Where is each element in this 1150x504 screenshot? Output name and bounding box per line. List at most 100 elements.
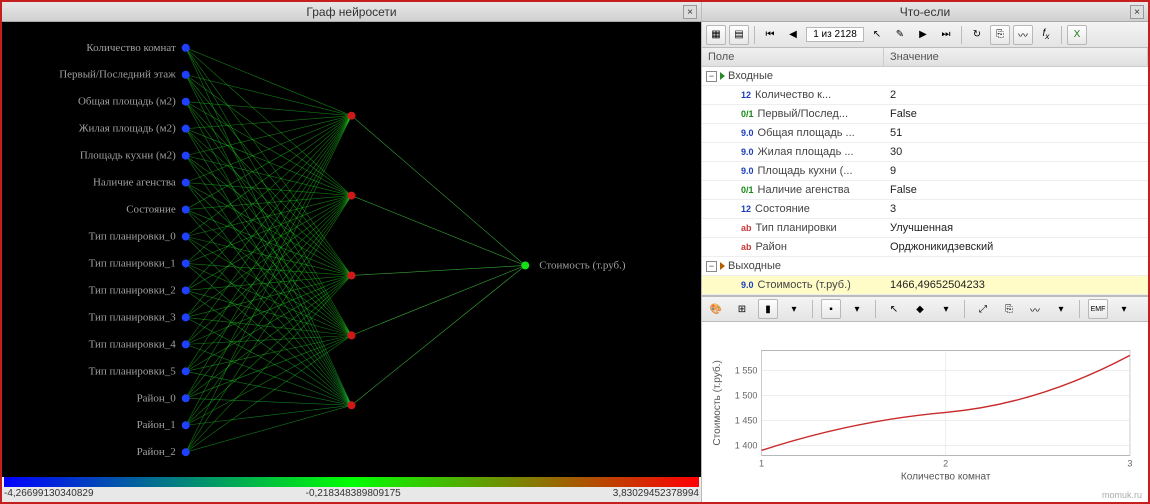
weight-scale bbox=[4, 477, 699, 487]
nav-first-button[interactable]: ⏮ bbox=[760, 25, 780, 45]
field-value: 3 bbox=[884, 203, 1148, 215]
type-icon: 12 bbox=[740, 90, 752, 100]
nav-next-button[interactable]: ▶ bbox=[913, 25, 933, 45]
table-row[interactable]: 0/1 Наличие агенства False bbox=[702, 181, 1148, 200]
type-icon: 0/1 bbox=[740, 109, 755, 119]
svg-text:Тип планировки_4: Тип планировки_4 bbox=[89, 338, 177, 350]
type-icon: 0/1 bbox=[740, 185, 755, 195]
dropdown-icon[interactable]: ▾ bbox=[847, 299, 867, 319]
fx-icon[interactable]: fx bbox=[1036, 25, 1056, 45]
left-title-bar: Граф нейросети × bbox=[2, 2, 701, 22]
dropdown-icon[interactable]: ▾ bbox=[1114, 299, 1134, 319]
collapse-icon[interactable]: − bbox=[706, 261, 717, 272]
svg-text:Общая площадь (м2): Общая площадь (м2) bbox=[78, 96, 176, 108]
table-row[interactable]: 0/1 Первый/Послед... False bbox=[702, 105, 1148, 124]
property-grid: Поле Значение − Входные 12 Количество к.… bbox=[702, 48, 1148, 296]
zoom-icon[interactable]: ⤢ bbox=[973, 299, 993, 319]
svg-text:Наличие агенства: Наличие агенства bbox=[93, 177, 176, 189]
field-value: 30 bbox=[884, 146, 1148, 158]
scale-min: -4,26699130340829 bbox=[4, 488, 94, 499]
axes-icon[interactable]: ⊞ bbox=[732, 299, 752, 319]
output-row[interactable]: 9.0 Стоимость (т.руб.) 1466,49652504233 bbox=[702, 276, 1148, 295]
svg-text:1 450: 1 450 bbox=[735, 415, 758, 425]
group-outputs[interactable]: − Выходные bbox=[702, 257, 1148, 276]
cursor-icon[interactable]: ↖ bbox=[884, 299, 904, 319]
group-inputs[interactable]: − Входные bbox=[702, 67, 1148, 86]
table-row[interactable]: 9.0 Общая площадь ... 51 bbox=[702, 124, 1148, 143]
svg-text:Тип планировки_0: Тип планировки_0 bbox=[89, 231, 177, 243]
grid-header: Поле Значение bbox=[702, 48, 1148, 67]
svg-text:Жилая площадь (м2): Жилая площадь (м2) bbox=[79, 123, 176, 135]
table-row[interactable]: 9.0 Площадь кухни (... 9 bbox=[702, 162, 1148, 181]
bars-icon[interactable]: ▮ bbox=[758, 299, 778, 319]
field-value: Улучшенная bbox=[884, 222, 1148, 234]
type-icon: 9.0 bbox=[740, 128, 755, 138]
scale-mid: -0,218348389809175 bbox=[306, 488, 401, 499]
table-row[interactable]: 9.0 Жилая площадь ... 30 bbox=[702, 143, 1148, 162]
svg-text:Количество комнат: Количество комнат bbox=[86, 42, 176, 54]
dropdown-icon[interactable]: ▾ bbox=[784, 299, 804, 319]
field-label: Площадь кухни (... bbox=[758, 165, 853, 177]
table-row[interactable]: ab Тип планировки Улучшенная bbox=[702, 219, 1148, 238]
table-row[interactable]: ab Район Орджоникидзевский bbox=[702, 238, 1148, 257]
right-pane: Что-если × ▦ ▤ ⏮ ◀ 1 из 2128 ↖ ✎ ▶ ⏭ ↻ ⎘… bbox=[702, 2, 1148, 502]
svg-text:Тип планировки_1: Тип планировки_1 bbox=[89, 257, 176, 269]
type-icon: 9.0 bbox=[740, 147, 755, 157]
type-icon: ab bbox=[740, 242, 753, 252]
view-grid-button[interactable]: ▦ bbox=[706, 25, 726, 45]
col-field: Поле bbox=[702, 48, 884, 66]
chart-icon[interactable]: 〰 bbox=[1013, 25, 1033, 45]
view-form-button[interactable]: ▤ bbox=[729, 25, 749, 45]
table-row[interactable]: 12 Количество к... 2 bbox=[702, 86, 1148, 105]
field-label: Район bbox=[756, 241, 787, 253]
nav-position[interactable]: 1 из 2128 bbox=[806, 27, 864, 42]
table-row[interactable]: 12 Состояние 3 bbox=[702, 200, 1148, 219]
copy-icon[interactable]: ⎘ bbox=[990, 25, 1010, 45]
svg-text:1: 1 bbox=[759, 458, 764, 468]
field-value: 1466,49652504233 bbox=[884, 279, 1148, 291]
svg-text:Стоимость (т.руб.): Стоимость (т.руб.) bbox=[539, 259, 626, 271]
left-title: Граф нейросети bbox=[306, 5, 396, 19]
marker-icon[interactable]: ◆ bbox=[910, 299, 930, 319]
svg-text:Тип планировки_3: Тип планировки_3 bbox=[89, 311, 177, 323]
nav-prev-button[interactable]: ◀ bbox=[783, 25, 803, 45]
outputs-icon bbox=[720, 262, 725, 270]
collapse-icon[interactable]: − bbox=[706, 71, 717, 82]
close-icon[interactable]: × bbox=[1130, 5, 1144, 19]
field-value: 9 bbox=[884, 165, 1148, 177]
close-icon[interactable]: × bbox=[683, 5, 697, 19]
pointer-icon[interactable]: ↖ bbox=[867, 25, 887, 45]
svg-text:Площадь кухни (м2): Площадь кухни (м2) bbox=[80, 150, 176, 162]
right-title: Что-если bbox=[900, 5, 950, 19]
scale-max: 3,83029452378994 bbox=[613, 488, 699, 499]
type-icon: 12 bbox=[740, 204, 752, 214]
dropdown-icon[interactable]: ▾ bbox=[1051, 299, 1071, 319]
toolbar-chart: 🎨 ⊞ ▮ ▾ ▪ ▾ ↖ ◆ ▾ ⤢ ⎘ 〰 ▾ EMF ▾ bbox=[702, 296, 1148, 322]
copy-chart-icon[interactable]: ⎘ bbox=[999, 299, 1019, 319]
field-label: Тип планировки bbox=[756, 222, 837, 234]
nav-last-button[interactable]: ⏭ bbox=[936, 25, 956, 45]
line-chart-icon[interactable]: 〰 bbox=[1025, 299, 1045, 319]
excel-icon[interactable]: X bbox=[1067, 25, 1087, 45]
svg-text:3: 3 bbox=[1127, 458, 1132, 468]
field-value: Орджоникидзевский bbox=[884, 241, 1148, 253]
edit-icon[interactable]: ✎ bbox=[890, 25, 910, 45]
refresh-icon[interactable]: ↻ bbox=[967, 25, 987, 45]
svg-text:Тип планировки_2: Тип планировки_2 bbox=[89, 284, 176, 296]
export-emf-icon[interactable]: EMF bbox=[1088, 299, 1108, 319]
field-label: Общая площадь ... bbox=[758, 127, 855, 139]
field-value: False bbox=[884, 108, 1148, 120]
svg-text:Район_0: Район_0 bbox=[137, 392, 177, 404]
svg-text:Район_1: Район_1 bbox=[137, 419, 176, 431]
svg-text:1 550: 1 550 bbox=[735, 365, 758, 375]
svg-text:2: 2 bbox=[943, 458, 948, 468]
dropdown-icon[interactable]: ▾ bbox=[936, 299, 956, 319]
field-label: Первый/Послед... bbox=[758, 108, 849, 120]
nn-graph: Количество комнат Первый/Последний этаж Об… bbox=[2, 22, 701, 477]
svg-text:Первый/Последний этаж: Первый/Последний этаж bbox=[59, 69, 176, 81]
palette-icon[interactable]: 🎨 bbox=[706, 299, 726, 319]
series-icon[interactable]: ▪ bbox=[821, 299, 841, 319]
svg-text:1 500: 1 500 bbox=[735, 390, 758, 400]
watermark: momuk.ru bbox=[1102, 490, 1142, 500]
field-value: 2 bbox=[884, 89, 1148, 101]
